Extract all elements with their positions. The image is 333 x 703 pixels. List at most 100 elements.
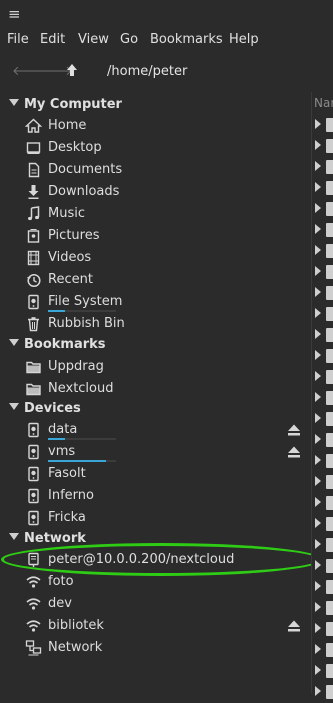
folder-icon [326, 538, 333, 552]
sidebar-item-recent[interactable]: Recent [0, 269, 312, 291]
sidebar-item-network[interactable]: Network [0, 637, 312, 659]
file-row[interactable] [312, 681, 333, 703]
file-row[interactable] [312, 387, 333, 409]
sidebar-item-file-system[interactable]: File System [0, 291, 312, 313]
expand-arrow-icon[interactable] [315, 203, 321, 213]
sidebar-item-data[interactable]: data [0, 419, 312, 441]
file-row[interactable] [312, 198, 333, 220]
file-row[interactable] [312, 156, 333, 178]
expand-arrow-icon[interactable] [315, 686, 321, 696]
sidebar-item-bibliotek[interactable]: bibliotek [0, 615, 312, 637]
sidebar-item-videos[interactable]: Videos [0, 247, 312, 269]
expand-arrow-icon[interactable] [315, 161, 321, 171]
expand-arrow-icon[interactable] [315, 518, 321, 528]
eject-icon[interactable] [287, 619, 301, 633]
file-row[interactable] [312, 639, 333, 661]
expand-arrow-icon[interactable] [315, 560, 321, 570]
sidebar-item-documents[interactable]: Documents [0, 159, 312, 181]
file-row[interactable] [312, 261, 333, 283]
section-bookmarks[interactable]: Bookmarks [0, 334, 312, 356]
collapse-triangle-icon[interactable] [9, 339, 19, 346]
menu-go[interactable]: Go [120, 32, 138, 47]
file-row[interactable] [312, 576, 333, 598]
expand-arrow-icon[interactable] [315, 245, 321, 255]
expand-arrow-icon[interactable] [315, 497, 321, 507]
file-row[interactable] [312, 240, 333, 262]
sidebar-item-vms[interactable]: vms [0, 441, 312, 463]
file-row[interactable] [312, 660, 333, 682]
sidebar-item-home[interactable]: Home [0, 115, 312, 137]
file-row[interactable] [312, 135, 333, 157]
sidebar-item-rubbish-bin[interactable]: Rubbish Bin [0, 313, 312, 335]
expand-arrow-icon[interactable] [315, 371, 321, 381]
file-row[interactable] [312, 618, 333, 640]
section-my-computer[interactable]: My Computer [0, 94, 312, 116]
collapse-triangle-icon[interactable] [9, 403, 19, 410]
expand-arrow-icon[interactable] [315, 476, 321, 486]
file-row[interactable] [312, 177, 333, 199]
expand-arrow-icon[interactable] [315, 644, 321, 654]
expand-arrow-icon[interactable] [315, 602, 321, 612]
expand-arrow-icon[interactable] [315, 350, 321, 360]
collapse-triangle-icon[interactable] [9, 99, 19, 106]
expand-arrow-icon[interactable] [315, 665, 321, 675]
expand-arrow-icon[interactable] [315, 392, 321, 402]
folder-icon [326, 517, 333, 531]
file-row[interactable] [312, 492, 333, 514]
menu-help[interactable]: Help [229, 32, 259, 47]
expand-arrow-icon[interactable] [315, 434, 321, 444]
menu-view[interactable]: View [78, 32, 109, 47]
expand-arrow-icon[interactable] [315, 581, 321, 591]
eject-icon[interactable] [287, 423, 301, 437]
expand-arrow-icon[interactable] [315, 308, 321, 318]
expand-arrow-icon[interactable] [315, 329, 321, 339]
expand-arrow-icon[interactable] [315, 182, 321, 192]
file-row[interactable] [312, 534, 333, 556]
collapse-triangle-icon[interactable] [9, 533, 19, 540]
file-row[interactable] [312, 450, 333, 472]
file-row[interactable] [312, 597, 333, 619]
file-row[interactable] [312, 429, 333, 451]
eject-icon[interactable] [287, 445, 301, 459]
sidebar-item-downloads[interactable]: Downloads [0, 181, 312, 203]
expand-arrow-icon[interactable] [315, 266, 321, 276]
folder-icon [326, 475, 333, 489]
file-row[interactable] [312, 219, 333, 241]
folder-icon [326, 580, 333, 594]
sidebar-item-fricka[interactable]: Fricka [0, 507, 312, 529]
sidebar-item-uppdrag[interactable]: Uppdrag [0, 356, 312, 378]
file-row[interactable] [312, 513, 333, 535]
file-row[interactable] [312, 408, 333, 430]
sidebar-item-music[interactable]: Music [0, 203, 312, 225]
menu-edit[interactable]: Edit [40, 32, 65, 47]
expand-arrow-icon[interactable] [315, 623, 321, 633]
expand-arrow-icon[interactable] [315, 455, 321, 465]
file-row[interactable] [312, 303, 333, 325]
up-arrow-icon[interactable] [66, 63, 78, 81]
sidebar-item-fasolt[interactable]: Fasolt [0, 463, 312, 485]
hamburger-menu-icon[interactable]: ≡ [8, 7, 21, 22]
sidebar-item-inferno[interactable]: Inferno [0, 485, 312, 507]
file-row[interactable] [312, 324, 333, 346]
file-row[interactable] [312, 555, 333, 577]
location-path[interactable]: /home/peter [107, 64, 187, 79]
file-row[interactable] [312, 114, 333, 136]
name-column-header[interactable]: Nar [314, 96, 333, 110]
section-devices[interactable]: Devices [0, 398, 312, 420]
file-row[interactable] [312, 471, 333, 493]
file-row[interactable] [312, 366, 333, 388]
expand-arrow-icon[interactable] [315, 119, 321, 129]
menu-file[interactable]: File [7, 32, 29, 47]
expand-arrow-icon[interactable] [315, 539, 321, 549]
menu-bookmarks[interactable]: Bookmarks [150, 32, 223, 47]
expand-arrow-icon[interactable] [315, 224, 321, 234]
file-row[interactable] [312, 345, 333, 367]
file-row[interactable] [312, 282, 333, 304]
sidebar-item-dev[interactable]: dev [0, 593, 312, 615]
sidebar-item-desktop[interactable]: Desktop [0, 137, 312, 159]
expand-arrow-icon[interactable] [315, 287, 321, 297]
sidebar-item-pictures[interactable]: Pictures [0, 225, 312, 247]
sidebar-item-nextcloud[interactable]: Nextcloud [0, 378, 312, 400]
expand-arrow-icon[interactable] [315, 140, 321, 150]
expand-arrow-icon[interactable] [315, 413, 321, 423]
